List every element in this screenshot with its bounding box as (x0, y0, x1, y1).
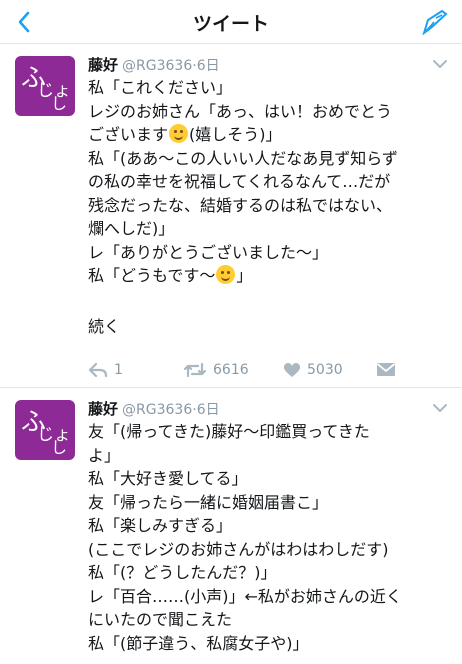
compose-button[interactable] (418, 4, 454, 40)
retweet-icon (183, 362, 207, 378)
direct-message-icon (376, 363, 396, 376)
timestamp[interactable]: 6日 (197, 402, 220, 418)
tweet-text: 友「(帰ってきた)藤好〜印鑑買ってきた よ」 私「大好き愛してる」 友「帰ったら… (88, 422, 402, 653)
direct-message-button[interactable] (376, 360, 396, 380)
timestamp[interactable]: 6日 (197, 58, 220, 74)
smile-emoji-icon (169, 124, 189, 143)
page-title: ツイート (192, 13, 269, 35)
tweet-header: 藤好 @RG3636·6日 (88, 400, 220, 418)
like-heart-icon (284, 363, 300, 377)
display-name[interactable]: 藤好 (88, 56, 118, 74)
tweet[interactable]: ふ じょ し 藤好 @RG3636·6日 友「(帰ってきた)藤好〜印鑑買ってきた … (0, 392, 462, 664)
compose-icon (422, 9, 448, 35)
reply-icon (88, 362, 108, 378)
reply-button[interactable]: 1 (88, 360, 123, 380)
tweet[interactable]: ふ じょ し 藤好 @RG3636·6日 私「これください」 レジのお姉さん「あっ… (0, 48, 462, 388)
avatar[interactable]: ふ じょ し (15, 400, 75, 460)
like-button[interactable]: 5030 (283, 360, 343, 380)
tweet-header: 藤好 @RG3636·6日 (88, 56, 220, 74)
tweet-text: 私「これください」 レジのお姉さん「あっ、はい！おめでとう ございます (嬉しそう… (88, 78, 398, 336)
smile-emoji-icon (216, 265, 236, 284)
nav-bar: ツイート (0, 0, 462, 44)
display-name[interactable]: 藤好 (88, 400, 118, 418)
caret-down-icon[interactable] (432, 58, 448, 70)
user-handle[interactable]: @RG3636 (122, 402, 192, 418)
caret-down-icon[interactable] (432, 402, 448, 414)
retweet-button[interactable]: 6616 (183, 360, 249, 380)
tweet-actions: 1 6616 5030 (88, 360, 448, 380)
user-handle[interactable]: @RG3636 (122, 58, 192, 74)
avatar[interactable]: ふ じょ し (15, 56, 75, 116)
